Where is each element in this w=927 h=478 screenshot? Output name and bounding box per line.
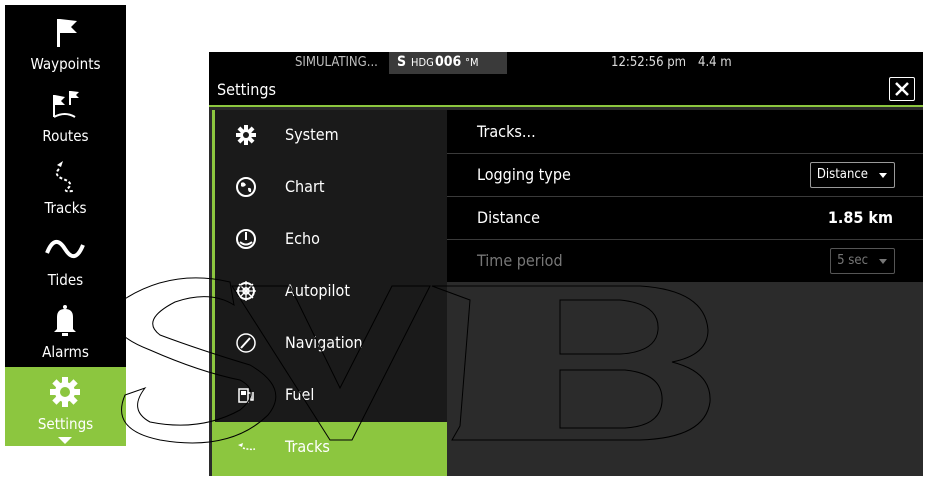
left-nav: Waypoints Routes Tracks Tides Alarms Set… (5, 5, 126, 446)
route-flags-icon (53, 91, 79, 118)
sonar-icon (236, 229, 256, 249)
distance-value: 1.85 km (827, 208, 893, 227)
chevron-down-icon (58, 437, 72, 444)
settings-item-label: Fuel (285, 385, 315, 404)
helm-icon (236, 281, 256, 301)
time-period-label: Time period (477, 251, 563, 270)
logging-type-label: Logging type (477, 165, 571, 184)
settings-item-fuel[interactable]: Fuel (215, 370, 450, 422)
settings-item-label: Echo (285, 229, 320, 248)
details-list: Tracks... Logging type Distance Distance… (447, 110, 923, 282)
compass-icon (236, 333, 256, 353)
wave-icon (45, 240, 85, 258)
logging-type-row[interactable]: Logging type Distance (447, 153, 923, 197)
nav-routes[interactable]: Routes (5, 79, 126, 151)
nav-label: Waypoints (30, 55, 101, 73)
settings-item-label: Tracks (285, 437, 330, 456)
nav-tracks[interactable]: Tracks (5, 151, 126, 223)
settings-item-label: Autopilot (285, 281, 350, 300)
nav-label: Alarms (42, 343, 89, 361)
nav-label: Settings (37, 415, 94, 433)
nav-label: Tides (47, 271, 84, 289)
simulating-text: SIMULATING... (295, 55, 378, 70)
nav-tides[interactable]: Tides (5, 223, 126, 295)
settings-item-tracks[interactable]: Tracks (215, 422, 450, 476)
time-period-row: Time period 5 sec (447, 239, 923, 282)
track-icon (55, 161, 74, 193)
nav-settings[interactable]: Settings (5, 367, 126, 446)
settings-item-label: System (285, 125, 339, 144)
settings-panel: SIMULATING... S HDG 006 °M 12:52:56 pm 4… (209, 52, 923, 476)
nav-alarms[interactable]: Alarms (5, 295, 126, 367)
nav-waypoints[interactable]: Waypoints (5, 7, 126, 79)
settings-item-system[interactable]: System (215, 110, 450, 162)
settings-item-label: Chart (285, 177, 325, 196)
settings-item-navigation[interactable]: Navigation (215, 318, 450, 370)
fuel-pump-icon (238, 388, 254, 403)
time-period-dropdown: 5 sec (830, 248, 895, 274)
title-bar: Settings (209, 74, 923, 107)
gear-icon (50, 377, 80, 407)
logging-type-dropdown[interactable]: Distance (809, 162, 895, 188)
settings-item-label: Navigation (285, 333, 363, 352)
distance-label: Distance (477, 208, 540, 227)
tracks-header: Tracks... (477, 122, 536, 141)
caret-down-icon (879, 173, 887, 178)
depth-text: 4.4 m (698, 55, 732, 70)
flag-icon (57, 19, 77, 47)
settings-item-autopilot[interactable]: Autopilot (215, 266, 450, 318)
settings-item-echo[interactable]: Echo (215, 214, 450, 266)
close-button[interactable] (889, 77, 915, 101)
bell-icon (54, 305, 76, 336)
track-icon (238, 443, 256, 451)
page-title: Settings (217, 80, 277, 99)
settings-item-chart[interactable]: Chart (215, 162, 450, 214)
close-icon (895, 82, 909, 96)
gear-icon (236, 125, 256, 145)
settings-list: System Chart Echo Autopilot Navigation F… (212, 110, 450, 476)
tracks-header-row[interactable]: Tracks... (447, 110, 923, 154)
caret-down-icon (879, 259, 887, 264)
nav-label: Tracks (44, 199, 87, 217)
distance-row[interactable]: Distance 1.85 km (447, 196, 923, 240)
heading-readout: S HDG 006 °M (389, 52, 507, 74)
status-bar: SIMULATING... S HDG 006 °M 12:52:56 pm 4… (209, 52, 923, 74)
globe-icon (236, 177, 256, 197)
clock-text: 12:52:56 pm (611, 55, 687, 70)
nav-label: Routes (42, 127, 89, 145)
details-pane: Tracks... Logging type Distance Distance… (447, 110, 923, 476)
